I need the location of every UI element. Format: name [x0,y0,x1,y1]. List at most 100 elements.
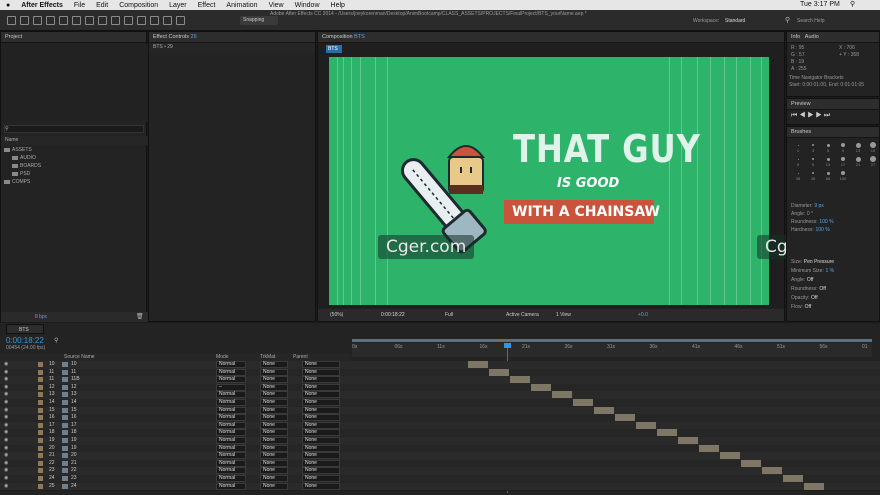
menu-app-name[interactable]: After Effects [21,2,63,9]
playhead-handle[interactable] [504,343,511,348]
last-frame-icon[interactable]: ⏭ [824,112,830,119]
mode-select[interactable]: Normal [216,406,246,414]
eraser-tool-icon[interactable] [150,16,159,25]
preview-tab[interactable]: Preview [787,99,879,110]
layer-duration-bar[interactable] [657,429,677,437]
mask-tool-icon[interactable] [85,16,94,25]
layer-duration-bar[interactable] [573,399,593,406]
source-name-header[interactable]: Source Name [64,354,95,360]
menu-file[interactable]: File [74,2,85,9]
visibility-eye-icon[interactable]: ◉ [4,460,8,466]
layer-duration-bar[interactable] [489,368,509,376]
visibility-eye-icon[interactable]: ◉ [4,391,8,397]
brush-tip-grid[interactable]: 1 3 5 9 13 19 5 9 13 17 21 27 35 45 65 100 [791,141,877,191]
parent-select[interactable]: None [302,414,340,422]
label-color-swatch[interactable] [38,415,43,421]
trkmat-select[interactable]: None [260,391,288,399]
visibility-eye-icon[interactable]: ◉ [4,414,8,420]
resolution-select[interactable]: Full [445,312,453,318]
layer-duration-bar[interactable] [636,421,656,429]
brush-tip[interactable]: 27 [866,155,880,167]
label-color-swatch[interactable] [38,453,43,459]
spotlight-icon[interactable]: ⚲ [850,0,855,8]
layer-duration-bar[interactable] [510,376,530,384]
visibility-eye-icon[interactable]: ◉ [4,361,8,367]
visibility-eye-icon[interactable]: ◉ [4,429,8,435]
parent-select[interactable]: None [302,391,340,399]
parent-select[interactable]: None [302,406,340,414]
parent-select[interactable]: None [302,429,340,437]
label-color-swatch[interactable] [38,468,43,474]
layer-duration-bar[interactable] [762,467,782,475]
play-icon[interactable]: ▶ [807,112,813,119]
camera-tool-icon[interactable] [59,16,68,25]
menu-help[interactable]: Help [331,2,345,9]
label-color-swatch[interactable] [38,377,43,383]
trkmat-select[interactable]: None [260,406,288,414]
label-color-swatch[interactable] [38,430,43,436]
dyn-size-select[interactable]: Pen Pressure [804,259,834,265]
brush-tip[interactable]: 9 [836,141,850,153]
roundness-value[interactable]: 100 % [819,219,833,225]
bpc-indicator[interactable]: 8 bpc [35,314,47,320]
audio-tab-label[interactable]: Audio [805,34,819,40]
mode-select[interactable]: Normal [216,391,246,399]
time-ruler[interactable]: 0s 06s 11s 16s 21s 26s 31s 36s 41s 46s 51s 56s 01 [352,343,872,357]
mode-select[interactable]: – [216,383,246,391]
layer-row[interactable]: ◉ 25 24 Normal None None [0,482,880,492]
mode-select[interactable]: Normal [216,437,246,444]
work-area-bar[interactable] [352,339,872,342]
menu-view[interactable]: View [269,2,284,9]
prev-frame-icon[interactable]: ◀ [799,112,805,119]
trkmat-select[interactable]: None [260,482,288,490]
timeline-current-time[interactable]: 0:00:18:22 [6,336,44,345]
trkmat-select[interactable]: None [260,421,288,429]
parent-select[interactable]: None [302,361,340,368]
selection-tool-icon[interactable] [7,16,16,25]
composition-tab[interactable]: Composition BTS [318,32,784,43]
label-color-swatch[interactable] [38,438,43,443]
project-column-header[interactable]: Name [1,136,148,145]
project-folder-psd[interactable]: PSD [1,170,148,178]
timeline-search-icon[interactable]: ⚲ [54,337,58,344]
label-color-swatch[interactable] [38,362,43,367]
first-frame-icon[interactable]: ⏮ [791,112,797,119]
layer-source-name[interactable]: 16 [71,414,77,420]
layer-source-name[interactable]: 23 [71,475,77,481]
label-color-swatch[interactable] [38,476,43,481]
parent-select[interactable]: None [302,437,340,444]
parent-select[interactable]: None [302,368,340,376]
mode-select[interactable]: Normal [216,444,246,452]
label-color-swatch[interactable] [38,460,43,466]
exposure-value[interactable]: +0.0 [638,312,648,318]
hardness-value[interactable]: 100 % [815,227,829,233]
layer-duration-bar[interactable] [783,475,803,482]
brushes-tab[interactable]: Brushes [787,127,879,138]
current-time-display[interactable]: 0:00:18:22 [381,312,405,318]
visibility-eye-icon[interactable]: ◉ [4,369,8,375]
layer-source-name[interactable]: 12 [71,384,77,390]
mode-select[interactable]: Normal [216,482,246,490]
apple-icon[interactable]: ● [6,2,10,9]
brush-tip[interactable]: 9 [806,155,820,167]
camera-select[interactable]: Active Camera [506,312,539,318]
label-color-swatch[interactable] [38,483,43,489]
trkmat-select[interactable]: None [260,399,288,406]
brush-tip[interactable]: 35 [791,169,805,181]
visibility-eye-icon[interactable]: ◉ [4,437,8,443]
layer-source-name[interactable]: 17 [71,422,77,428]
label-color-swatch[interactable] [38,422,43,428]
menu-animation[interactable]: Animation [226,2,257,9]
clone-tool-icon[interactable] [137,16,146,25]
trkmat-select[interactable]: None [260,414,288,422]
brush-tip[interactable]: 45 [806,169,820,181]
brush-tool-icon[interactable] [124,16,133,25]
brush-tip[interactable]: 1 [791,141,805,153]
visibility-eye-icon[interactable]: ◉ [4,422,8,428]
layer-source-name[interactable]: 22 [71,467,77,473]
trkmat-select[interactable]: None [260,361,288,368]
dyn-roundness-select[interactable]: Off [819,286,826,292]
parent-select[interactable]: None [302,399,340,406]
layer-source-name[interactable]: 21 [71,460,77,466]
brush-tip[interactable]: 100 [836,169,850,181]
